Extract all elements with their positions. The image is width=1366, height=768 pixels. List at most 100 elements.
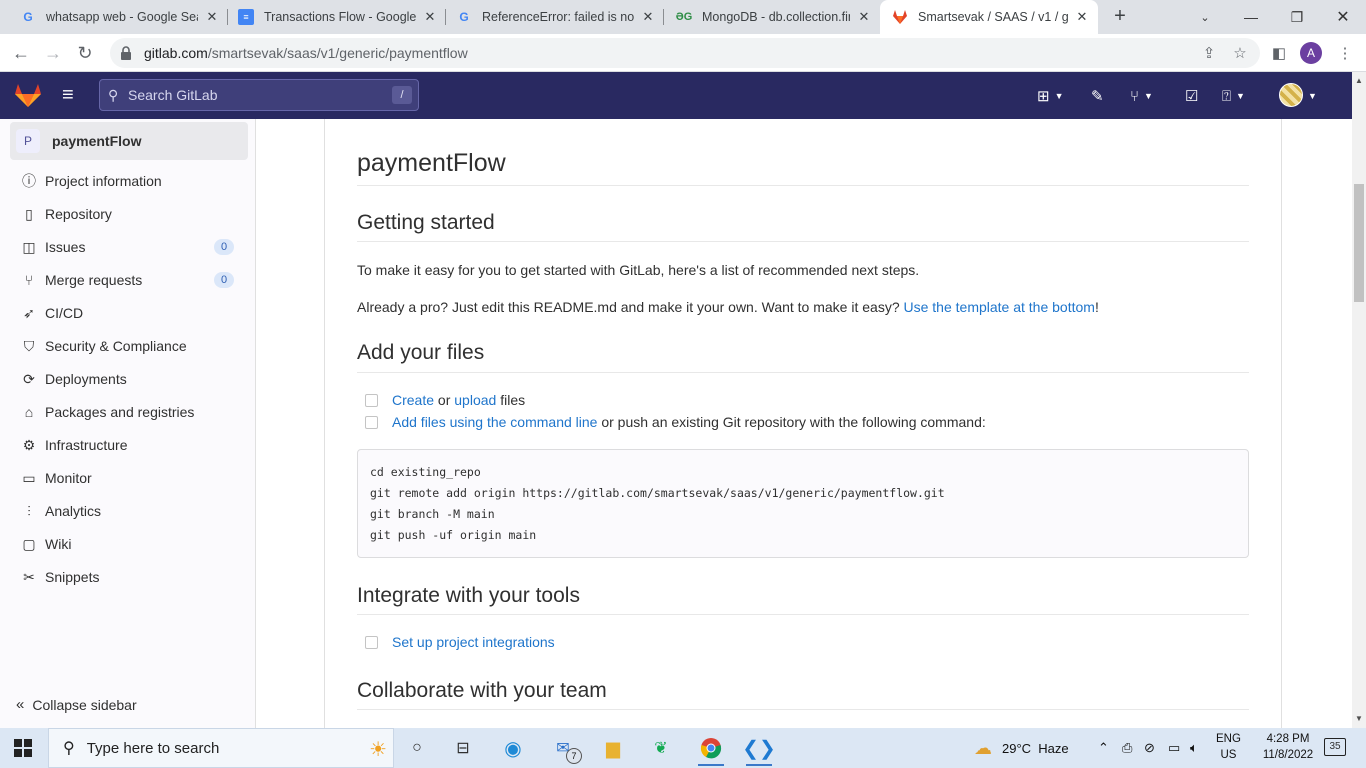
- code-line: cd existing_repo: [370, 465, 481, 479]
- tab-search-chevron-icon[interactable]: ⌄: [1182, 0, 1228, 34]
- shield-icon: ⛉: [23, 337, 35, 354]
- browser-tab-active[interactable]: Smartsevak / SAAS / v1 / gen ✕: [880, 0, 1098, 34]
- show-hidden-icons-chevron-icon[interactable]: ⌃: [1098, 728, 1109, 768]
- search-gitlab-field[interactable]: ⚲ /: [99, 79, 419, 111]
- sidebar-item-label: CI/CD: [45, 305, 84, 321]
- browser-tab[interactable]: G ReferenceError: failed is not d ✕: [446, 0, 664, 34]
- vscode-icon[interactable]: ❮❯: [742, 736, 776, 766]
- sidebar-item-security-compliance[interactable]: ⛉ Security & Compliance: [10, 332, 248, 360]
- sidebar-item-monitor[interactable]: ▭ Monitor: [10, 464, 248, 492]
- use-template-link[interactable]: Use the template at the bottom: [904, 299, 1095, 315]
- bookmark-star-icon[interactable]: ☆: [1229, 42, 1251, 64]
- set-up-integrations-link[interactable]: Set up project integrations: [392, 634, 555, 650]
- sidebar-item-label: Snippets: [45, 569, 100, 585]
- merge-requests-dropdown[interactable]: ⑂ ▼: [1130, 85, 1153, 107]
- system-clock[interactable]: 4:28 PM 11/8/2022: [1256, 731, 1320, 763]
- file-explorer-icon[interactable]: ▆: [600, 736, 626, 760]
- browser-tab[interactable]: ƏG MongoDB - db.collection.find ✕: [664, 0, 880, 34]
- restore-button[interactable]: ❐: [1274, 0, 1320, 34]
- keyboard-layout: US: [1220, 749, 1237, 761]
- scrollbar-thumb[interactable]: [1354, 184, 1364, 302]
- create-new-dropdown[interactable]: ⊞ ▼: [1037, 85, 1064, 107]
- create-link[interactable]: Create: [392, 392, 434, 408]
- chevron-down-icon: ▼: [1054, 91, 1064, 101]
- mongodb-compass-icon[interactable]: ❦: [648, 736, 674, 760]
- browser-tab[interactable]: G whatsapp web - Google Sear ✕: [0, 0, 228, 34]
- collapse-sidebar-button[interactable]: « Collapse sidebar: [16, 696, 137, 713]
- mail-icon[interactable]: ✉ 7: [550, 736, 582, 764]
- close-tab-icon[interactable]: ✕: [204, 9, 220, 25]
- sidebar-item-deployments[interactable]: ⟳ Deployments: [10, 365, 248, 393]
- address-bar[interactable]: gitlab.com/smartsevak/saas/v1/generic/pa…: [110, 38, 1260, 68]
- git-commands-code-block[interactable]: cd existing_repo git remote add origin h…: [357, 449, 1249, 558]
- back-button[interactable]: ←: [8, 40, 34, 66]
- cortana-icon[interactable]: ○: [404, 736, 430, 760]
- task-checkbox[interactable]: [365, 393, 378, 407]
- close-tab-icon[interactable]: ✕: [422, 9, 438, 25]
- minimize-button[interactable]: —: [1228, 0, 1274, 34]
- windows-start-icon[interactable]: [14, 739, 32, 757]
- todos-check-icon[interactable]: ☑: [1185, 85, 1198, 107]
- scroll-down-arrow-icon[interactable]: ▼: [1355, 714, 1363, 723]
- input-language-indicator[interactable]: ENG US: [1216, 731, 1241, 763]
- sidebar-item-repository[interactable]: ▯ Repository: [10, 200, 248, 228]
- edge-icon[interactable]: ◉: [500, 736, 526, 760]
- sidebar-item-analytics[interactable]: ⫶ Analytics: [10, 497, 248, 525]
- search-input[interactable]: [128, 87, 388, 103]
- notification-center-icon[interactable]: 35: [1324, 738, 1346, 756]
- chrome-icon[interactable]: [698, 736, 724, 766]
- taskbar-search-box[interactable]: ⚲ Type here to search ☀: [48, 728, 394, 768]
- help-dropdown[interactable]: ⍰ ▼: [1222, 85, 1245, 107]
- task-checkbox[interactable]: [365, 415, 378, 429]
- clock-date: 11/8/2022: [1262, 749, 1314, 761]
- meet-now-icon[interactable]: ⎙: [1122, 728, 1132, 768]
- task-view-icon[interactable]: ⊟: [450, 736, 476, 760]
- add-files-command-line-link[interactable]: Add files using the command line: [392, 414, 597, 430]
- side-panel-icon[interactable]: ◧: [1268, 42, 1290, 64]
- sidebar-item-wiki[interactable]: ▢ Wiki: [10, 530, 248, 558]
- user-menu-chevron-icon[interactable]: ▼: [1308, 85, 1317, 107]
- issues-shortcut-icon[interactable]: ✎: [1091, 85, 1104, 107]
- readme-panel: paymentFlow Getting started To make it e…: [324, 119, 1282, 728]
- forward-button[interactable]: →: [40, 40, 66, 66]
- profile-avatar[interactable]: A: [1300, 42, 1322, 64]
- sidebar-project-header[interactable]: P paymentFlow: [10, 122, 248, 160]
- clock-time: 4:28 PM: [1266, 733, 1310, 745]
- share-icon[interactable]: ⇪: [1198, 42, 1220, 64]
- network-icon[interactable]: ⊘: [1144, 728, 1155, 768]
- getting-started-paragraph: To make it easy for you to get started w…: [357, 262, 920, 278]
- sidebar-item-label: Issues: [45, 239, 86, 255]
- sidebar-item-cicd[interactable]: ➶ CI/CD: [10, 299, 248, 327]
- sidebar-item-issues[interactable]: ◫ Issues 0: [10, 233, 248, 261]
- user-avatar[interactable]: [1279, 83, 1303, 107]
- volume-icon[interactable]: 🔈︎: [1190, 728, 1198, 768]
- close-window-button[interactable]: ✕: [1320, 0, 1366, 34]
- browser-tab[interactable]: ≡ Transactions Flow - Google D ✕: [228, 0, 446, 34]
- more-menu-icon[interactable]: ⋮: [1334, 42, 1356, 64]
- gitlab-logo-icon[interactable]: [14, 82, 42, 108]
- wiki-icon: ▢: [22, 535, 36, 552]
- sidebar-item-project-information[interactable]: ⓘ Project information: [10, 167, 248, 195]
- reload-button[interactable]: ↻: [72, 40, 98, 66]
- new-tab-button[interactable]: +: [1108, 4, 1132, 28]
- divider: [357, 709, 1249, 710]
- close-tab-icon[interactable]: ✕: [1074, 9, 1090, 25]
- task-text: files: [496, 392, 526, 408]
- sidebar-item-infrastructure[interactable]: ⚙ Infrastructure: [10, 431, 248, 459]
- task-checkbox[interactable]: [365, 635, 378, 649]
- sidebar-item-snippets[interactable]: ✂ Snippets: [10, 563, 248, 591]
- upload-link[interactable]: upload: [454, 392, 496, 408]
- sidebar-item-merge-requests[interactable]: ⑂ Merge requests 0: [10, 266, 248, 294]
- sidebar-item-packages-registries[interactable]: ⌂ Packages and registries: [10, 398, 248, 426]
- sidebar-item-label: Packages and registries: [45, 404, 195, 420]
- page-scrollbar[interactable]: ▲ ▼: [1352, 72, 1366, 728]
- close-tab-icon[interactable]: ✕: [856, 9, 872, 25]
- divider: [357, 372, 1249, 373]
- rocket-icon: ➶: [23, 304, 35, 321]
- hamburger-menu-icon[interactable]: ≡: [62, 85, 84, 105]
- battery-icon[interactable]: ▭: [1168, 728, 1180, 768]
- weather-widget[interactable]: ☁ 29°C Haze: [974, 728, 1069, 768]
- scroll-up-arrow-icon[interactable]: ▲: [1355, 76, 1363, 85]
- close-tab-icon[interactable]: ✕: [640, 9, 656, 25]
- readme-title: paymentFlow: [357, 149, 506, 177]
